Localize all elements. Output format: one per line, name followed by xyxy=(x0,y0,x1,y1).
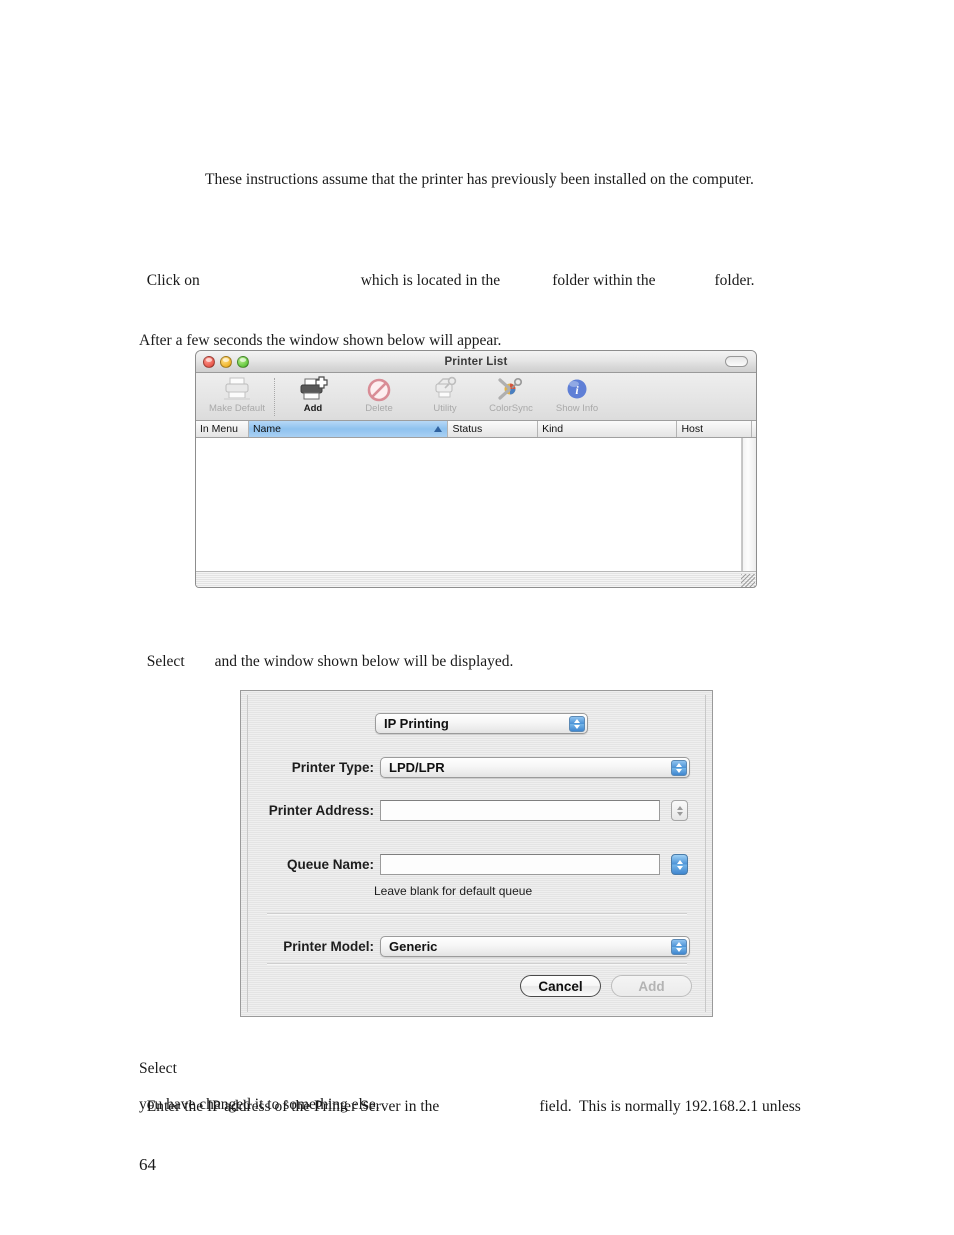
minimize-button[interactable] xyxy=(220,355,232,368)
chevron-updown-icon xyxy=(671,760,687,776)
column-label-host: Host xyxy=(681,423,704,435)
printer-list-titlebar[interactable]: Printer List xyxy=(196,351,756,373)
toolbar-item-delete[interactable]: Delete xyxy=(346,376,412,414)
queue-name-label: Queue Name: xyxy=(286,857,374,872)
resize-grip-icon[interactable] xyxy=(741,574,755,587)
printer-model-popup-button[interactable]: Generic xyxy=(380,936,690,957)
info-icon: i xyxy=(565,376,589,402)
printer-address-input[interactable] xyxy=(380,800,660,821)
printer-type-popup-button[interactable]: LPD/LPR xyxy=(380,757,690,778)
toolbar-label-show-info: Show Info xyxy=(555,403,599,414)
column-label-name: Name xyxy=(252,423,281,435)
printer-list-table-body[interactable] xyxy=(196,438,756,571)
printer-list-header-row: In Menu Name Status Kind Host xyxy=(196,421,756,438)
close-button[interactable] xyxy=(203,355,215,368)
select-line: Select and the window shown below will be… xyxy=(139,632,514,672)
click-on-line: Click on which is located in the folder wi… xyxy=(139,251,755,291)
printer-type-label: Printer Type: xyxy=(291,760,374,775)
click-on-part3: folder within the xyxy=(552,272,656,289)
no-entry-icon xyxy=(366,376,392,402)
protocol-popup-value: IP Printing xyxy=(384,716,449,731)
printer-icon xyxy=(222,376,252,402)
printer-address-row: Printer Address: xyxy=(261,800,706,821)
dialog-button-row: Cancel Add xyxy=(520,975,692,997)
protocol-popup-button[interactable]: IP Printing xyxy=(375,713,588,734)
footer-divider xyxy=(267,963,687,965)
toolbar-label-delete: Delete xyxy=(365,403,393,414)
column-header-status[interactable]: Status xyxy=(448,421,539,437)
column-header-name[interactable]: Name xyxy=(248,421,449,437)
sort-ascending-icon xyxy=(434,426,443,432)
toolbar-label-add: Add xyxy=(303,403,323,414)
page-number: 64 xyxy=(139,1155,156,1174)
section-divider xyxy=(267,913,687,915)
column-header-spacer xyxy=(752,421,756,437)
toolbar-label-colorsync: ColorSync xyxy=(489,403,533,414)
queue-name-hint: Leave blank for default queue xyxy=(374,884,533,898)
toolbar-label-utility: Utility xyxy=(433,403,457,414)
queue-name-stepper[interactable] xyxy=(671,854,688,875)
toolbar-item-utility[interactable]: Utility xyxy=(412,376,478,414)
printer-add-icon xyxy=(298,376,328,402)
printer-wrench-icon xyxy=(430,376,460,402)
closing-ip-part2: field. This is normally 192.168.2.1 unle… xyxy=(539,1098,801,1115)
colorsync-icon xyxy=(497,376,525,402)
window-controls xyxy=(203,355,249,368)
column-header-host[interactable]: Host xyxy=(677,421,752,437)
after-seconds-line: After a few seconds the window shown bel… xyxy=(139,332,502,349)
ip-printing-dialog[interactable]: IP Printing Printer Type: LPD/LPR Printe… xyxy=(240,690,713,1017)
select-line-part2: and the window shown below will be displ… xyxy=(214,653,514,670)
toolbar-label-make-default: Make Default xyxy=(209,403,265,414)
toolbar-separator xyxy=(274,378,276,416)
column-header-in-menu[interactable]: In Menu xyxy=(196,421,249,437)
printer-list-toolbar: Make Default Add Delete Utility ColorSyn… xyxy=(196,373,756,421)
chevron-updown-icon xyxy=(569,716,585,732)
printer-model-value: Generic xyxy=(389,939,438,954)
printer-type-value: LPD/LPR xyxy=(389,760,445,775)
printer-list-window[interactable]: Printer List Make Default Add Delete Uti… xyxy=(195,350,757,588)
toolbar-item-make-default[interactable]: Make Default xyxy=(204,376,270,414)
zoom-button[interactable] xyxy=(237,355,249,368)
cancel-button[interactable]: Cancel xyxy=(520,975,601,997)
printer-type-row: Printer Type: LPD/LPR xyxy=(261,757,694,778)
window-title: Printer List xyxy=(444,355,508,368)
toolbar-item-colorsync[interactable]: ColorSync xyxy=(478,376,544,414)
toolbar-item-show-info[interactable]: i Show Info xyxy=(544,376,610,414)
printer-model-row: Printer Model: Generic xyxy=(261,936,694,957)
protocol-popup-row: IP Printing xyxy=(375,713,588,734)
printer-model-label: Printer Model: xyxy=(283,939,374,954)
printer-address-stepper[interactable] xyxy=(671,800,688,821)
add-button[interactable]: Add xyxy=(611,975,692,997)
click-on-part1: Click on xyxy=(146,272,200,289)
queue-name-input[interactable] xyxy=(380,854,660,875)
vertical-scrollbar[interactable] xyxy=(742,438,756,571)
printer-address-label: Printer Address: xyxy=(268,803,374,818)
intro-paragraph: These instructions assume that the print… xyxy=(205,171,754,188)
column-label-kind: Kind xyxy=(542,423,564,435)
column-label-status: Status xyxy=(452,423,483,435)
chevron-updown-icon xyxy=(671,939,687,955)
queue-name-row: Queue Name: xyxy=(261,854,706,875)
printer-list-empty-area[interactable] xyxy=(196,438,742,571)
toolbar-item-add[interactable]: Add xyxy=(280,376,346,414)
closing-ip-line-2: you have changed it to something else. xyxy=(139,1096,380,1113)
click-on-part4: folder. xyxy=(714,272,755,289)
select-line-part1: Select xyxy=(146,653,185,670)
closing-select-label: Select xyxy=(139,1060,177,1077)
toolbar-toggle-button[interactable] xyxy=(725,356,748,367)
column-label-in-menu: In Menu xyxy=(200,423,238,435)
click-on-part2: which is located in the xyxy=(360,272,501,289)
printer-list-status-bar xyxy=(196,571,756,587)
column-header-kind[interactable]: Kind xyxy=(538,421,678,437)
